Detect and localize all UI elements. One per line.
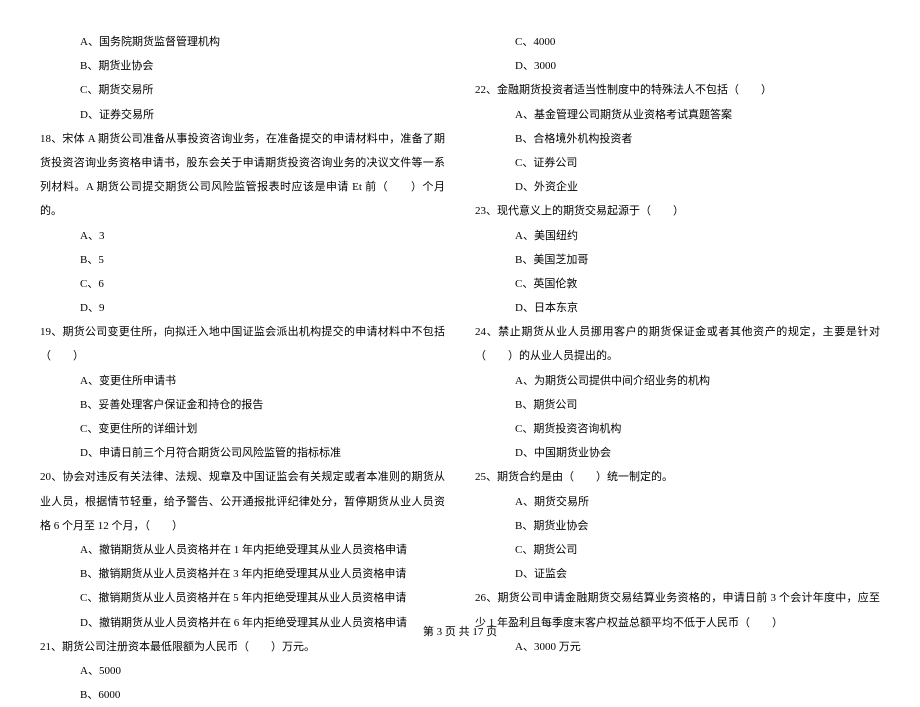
- q22-option-d: D、外资企业: [515, 175, 880, 199]
- q23-option-d: D、日本东京: [515, 296, 880, 320]
- q18-option-b: B、5: [80, 248, 445, 272]
- q25-option-c: C、期货公司: [515, 538, 880, 562]
- q20-option-b: B、撤销期货从业人员资格并在 3 年内拒绝受理其从业人员资格申请: [80, 562, 445, 586]
- question-22: 22、金融期货投资者适当性制度中的特殊法人不包括（ ）: [475, 78, 880, 102]
- q19-option-c: C、变更住所的详细计划: [80, 417, 445, 441]
- q23-option-c: C、英国伦敦: [515, 272, 880, 296]
- q25-option-b: B、期货业协会: [515, 514, 880, 538]
- q17-option-d: D、证券交易所: [80, 103, 445, 127]
- q22-option-b: B、合格境外机构投资者: [515, 127, 880, 151]
- q22-option-c: C、证券公司: [515, 151, 880, 175]
- page-content: A、国务院期货监督管理机构 B、期货业协会 C、期货交易所 D、证券交易所 18…: [40, 30, 880, 610]
- q26-option-a: A、3000 万元: [515, 635, 880, 659]
- q20-option-d: D、撤销期货从业人员资格并在 6 年内拒绝受理其从业人员资格申请: [80, 611, 445, 635]
- right-column: C、4000 D、3000 22、金融期货投资者适当性制度中的特殊法人不包括（ …: [475, 30, 880, 610]
- q19-option-a: A、变更住所申请书: [80, 369, 445, 393]
- q17-option-c: C、期货交易所: [80, 78, 445, 102]
- q21-option-d: D、3000: [515, 54, 880, 78]
- q21-option-a: A、5000: [80, 659, 445, 683]
- q25-option-a: A、期货交易所: [515, 490, 880, 514]
- q25-option-d: D、证监会: [515, 562, 880, 586]
- question-21: 21、期货公司注册资本最低限额为人民币（ ）万元。: [40, 635, 445, 659]
- q18-option-c: C、6: [80, 272, 445, 296]
- question-19: 19、期货公司变更住所，向拟迁入地中国证监会派出机构提交的申请材料中不包括（ ）: [40, 320, 445, 368]
- question-20: 20、协会对违反有关法律、法规、规章及中国证监会有关规定或者本准则的期货从业人员…: [40, 465, 445, 538]
- q18-option-d: D、9: [80, 296, 445, 320]
- question-26: 26、期货公司申请金融期货交易结算业务资格的，申请日前 3 个会计年度中，应至少…: [475, 586, 880, 634]
- q21-option-b: B、6000: [80, 683, 445, 707]
- q23-option-a: A、美国纽约: [515, 224, 880, 248]
- q19-option-b: B、妥善处理客户保证金和持仓的报告: [80, 393, 445, 417]
- q24-option-c: C、期货投资咨询机构: [515, 417, 880, 441]
- q20-option-c: C、撤销期货从业人员资格并在 5 年内拒绝受理其从业人员资格申请: [80, 586, 445, 610]
- q23-option-b: B、美国芝加哥: [515, 248, 880, 272]
- q17-option-b: B、期货业协会: [80, 54, 445, 78]
- q17-option-a: A、国务院期货监督管理机构: [80, 30, 445, 54]
- left-column: A、国务院期货监督管理机构 B、期货业协会 C、期货交易所 D、证券交易所 18…: [40, 30, 445, 610]
- question-23: 23、现代意义上的期货交易起源于（ ）: [475, 199, 880, 223]
- question-18: 18、宋体 A 期货公司准备从事投资咨询业务，在准备提交的申请材料中，准备了期货…: [40, 127, 445, 224]
- q19-option-d: D、申请日前三个月符合期货公司风险监管的指标标准: [80, 441, 445, 465]
- question-24: 24、禁止期货从业人员挪用客户的期货保证金或者其他资产的规定，主要是针对（ ）的…: [475, 320, 880, 368]
- q18-option-a: A、3: [80, 224, 445, 248]
- q21-option-c: C、4000: [515, 30, 880, 54]
- q24-option-a: A、为期货公司提供中间介绍业务的机构: [515, 369, 880, 393]
- question-25: 25、期货合约是由（ ）统一制定的。: [475, 465, 880, 489]
- q24-option-d: D、中国期货业协会: [515, 441, 880, 465]
- q24-option-b: B、期货公司: [515, 393, 880, 417]
- q20-option-a: A、撤销期货从业人员资格并在 1 年内拒绝受理其从业人员资格申请: [80, 538, 445, 562]
- q22-option-a: A、基金管理公司期货从业资格考试真题答案: [515, 103, 880, 127]
